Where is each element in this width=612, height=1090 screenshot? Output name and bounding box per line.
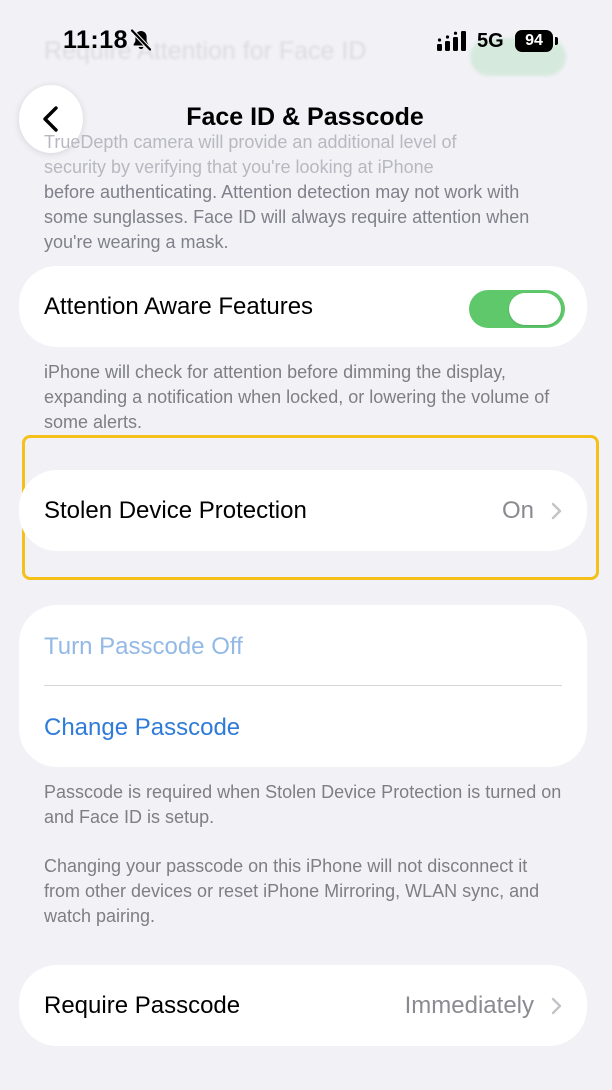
ghost-footnote: TrueDepth camera will provide an additio… (44, 130, 564, 255)
chevron-right-icon (551, 502, 562, 520)
status-bar: 11:18 5G 94 (0, 0, 612, 80)
change-passcode-button[interactable]: Change Passcode (44, 714, 240, 742)
chevron-right-icon (551, 997, 562, 1015)
require-passcode-row[interactable]: Require Passcode Immediately (19, 965, 587, 1046)
toggle-knob (509, 293, 561, 325)
status-time: 11:18 (63, 26, 129, 54)
attention-aware-footnote: iPhone will check for attention before d… (44, 362, 550, 432)
battery-tip (555, 37, 558, 45)
page-title: Face ID & Passcode (186, 103, 424, 131)
passcode-group: Turn Passcode Off Change Passcode (19, 605, 587, 767)
require-passcode-label: Require Passcode (44, 992, 241, 1019)
divider (44, 685, 562, 686)
chevron-left-icon (43, 106, 58, 132)
stolen-device-protection-label: Stolen Device Protection (44, 497, 307, 524)
ghost-footnote-line-1: TrueDepth camera will provide an additio… (44, 132, 457, 152)
battery-level: 94 (515, 30, 553, 52)
attention-aware-row: Attention Aware Features (19, 266, 587, 347)
network-type: 5G (477, 30, 504, 52)
require-passcode-value: Immediately (404, 992, 534, 1019)
passcode-footnote-1: Passcode is required when Stolen Device … (44, 782, 562, 827)
cellular-signal-icon (437, 31, 466, 51)
attention-aware-label: Attention Aware Features (44, 293, 314, 320)
stolen-device-protection-row[interactable]: Stolen Device Protection On (19, 470, 587, 551)
ghost-footnote-line-2: security by verifying that you're lookin… (44, 157, 434, 177)
ghost-footnote-rest: before authenticating. Attention detecti… (44, 182, 530, 252)
bell-slash-icon (130, 29, 152, 51)
turn-passcode-off-button[interactable]: Turn Passcode Off (44, 633, 243, 661)
stolen-device-protection-value: On (501, 497, 534, 524)
passcode-footnote-2: Changing your passcode on this iPhone wi… (44, 856, 540, 926)
attention-aware-toggle[interactable] (469, 290, 565, 328)
